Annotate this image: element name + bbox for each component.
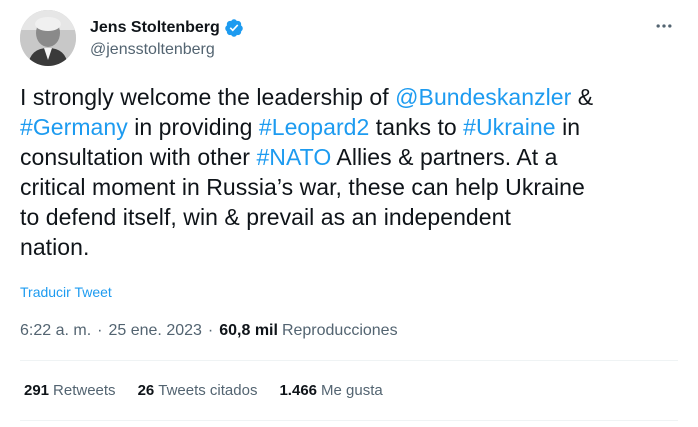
tweet-meta: 6:22 a. m. · 25 ene. 2023 · 60,8 mil Rep… bbox=[20, 322, 398, 340]
tweet-text-segment: & bbox=[571, 84, 594, 110]
hashtag-link[interactable]: #Ukraine bbox=[463, 114, 555, 140]
tweet-text-line: consultation with other #NATO Allies & p… bbox=[20, 142, 692, 172]
verified-badge-icon bbox=[224, 18, 244, 38]
quote-tweets-stat[interactable]: 26 Tweets citados bbox=[138, 382, 258, 399]
tweet-text-segment: to defend itself, win & prevail as an in… bbox=[20, 204, 511, 230]
views-label: Reproducciones bbox=[281, 322, 398, 339]
tweet-text-segment: nation. bbox=[20, 234, 90, 260]
tweet-text-segment: tanks to bbox=[369, 114, 464, 140]
author-display-name[interactable]: Jens Stoltenberg bbox=[90, 19, 220, 37]
retweets-label: Retweets bbox=[53, 382, 116, 399]
tweet-header: Jens Stoltenberg @jensstoltenberg bbox=[20, 10, 244, 66]
hashtag-link[interactable]: #NATO bbox=[256, 144, 331, 170]
tweet-text-line: critical moment in Russia’s war, these c… bbox=[20, 172, 692, 202]
likes-stat[interactable]: 1.466 Me gusta bbox=[279, 382, 382, 399]
meta-separator: · bbox=[97, 322, 103, 339]
hashtag-link[interactable]: #Germany bbox=[20, 114, 128, 140]
tweet-text-line: #Germany in providing #Leopard2 tanks to… bbox=[20, 112, 692, 142]
tweet-text-segment: I strongly welcome the leadership of bbox=[20, 84, 396, 110]
tweet-text-line: nation. bbox=[20, 232, 692, 262]
likes-count: 1.466 bbox=[279, 382, 318, 399]
author-handle[interactable]: @jensstoltenberg bbox=[90, 41, 244, 59]
tweet-text-line: to defend itself, win & prevail as an in… bbox=[20, 202, 692, 232]
tweet-card: Jens Stoltenberg @jensstoltenberg I stro… bbox=[0, 0, 698, 427]
divider bbox=[20, 420, 678, 421]
likes-label: Me gusta bbox=[321, 382, 383, 399]
person-portrait-avatar-image bbox=[20, 10, 76, 66]
tweet-text-segment: Allies & partners. At a bbox=[331, 144, 558, 170]
tweet-text-line: I strongly welcome the leadership of @Bu… bbox=[20, 82, 692, 112]
author-names: Jens Stoltenberg @jensstoltenberg bbox=[90, 18, 244, 59]
name-row: Jens Stoltenberg bbox=[90, 18, 244, 38]
views-count: 60,8 mil bbox=[219, 322, 278, 339]
quote-tweets-label: Tweets citados bbox=[158, 382, 258, 399]
mention-link[interactable]: @Bundeskanzler bbox=[395, 84, 571, 110]
retweets-count: 291 bbox=[24, 382, 50, 399]
tweet-time[interactable]: 6:22 a. m. bbox=[20, 322, 91, 340]
tweet-date[interactable]: 25 ene. 2023 bbox=[108, 322, 201, 340]
more-horizontal-icon[interactable] bbox=[652, 14, 676, 38]
tweet-text-segment: critical moment in Russia’s war, these c… bbox=[20, 174, 585, 200]
tweet-text: I strongly welcome the leadership of @Bu… bbox=[20, 82, 692, 262]
avatar[interactable] bbox=[20, 10, 76, 66]
tweet-text-segment: in providing bbox=[127, 114, 259, 140]
meta-separator: · bbox=[207, 322, 214, 339]
retweets-stat[interactable]: 291 Retweets bbox=[24, 382, 116, 399]
hashtag-link[interactable]: #Leopard2 bbox=[259, 114, 369, 140]
quote-tweets-count: 26 bbox=[137, 382, 155, 399]
divider bbox=[20, 360, 678, 361]
tweet-text-segment: consultation with other bbox=[20, 144, 257, 170]
tweet-text-segment: in bbox=[555, 114, 581, 140]
translate-tweet-link[interactable]: Traducir Tweet bbox=[20, 284, 112, 300]
tweet-stats: 291 Retweets 26 Tweets citados 1.466 Me gus… bbox=[24, 382, 405, 399]
